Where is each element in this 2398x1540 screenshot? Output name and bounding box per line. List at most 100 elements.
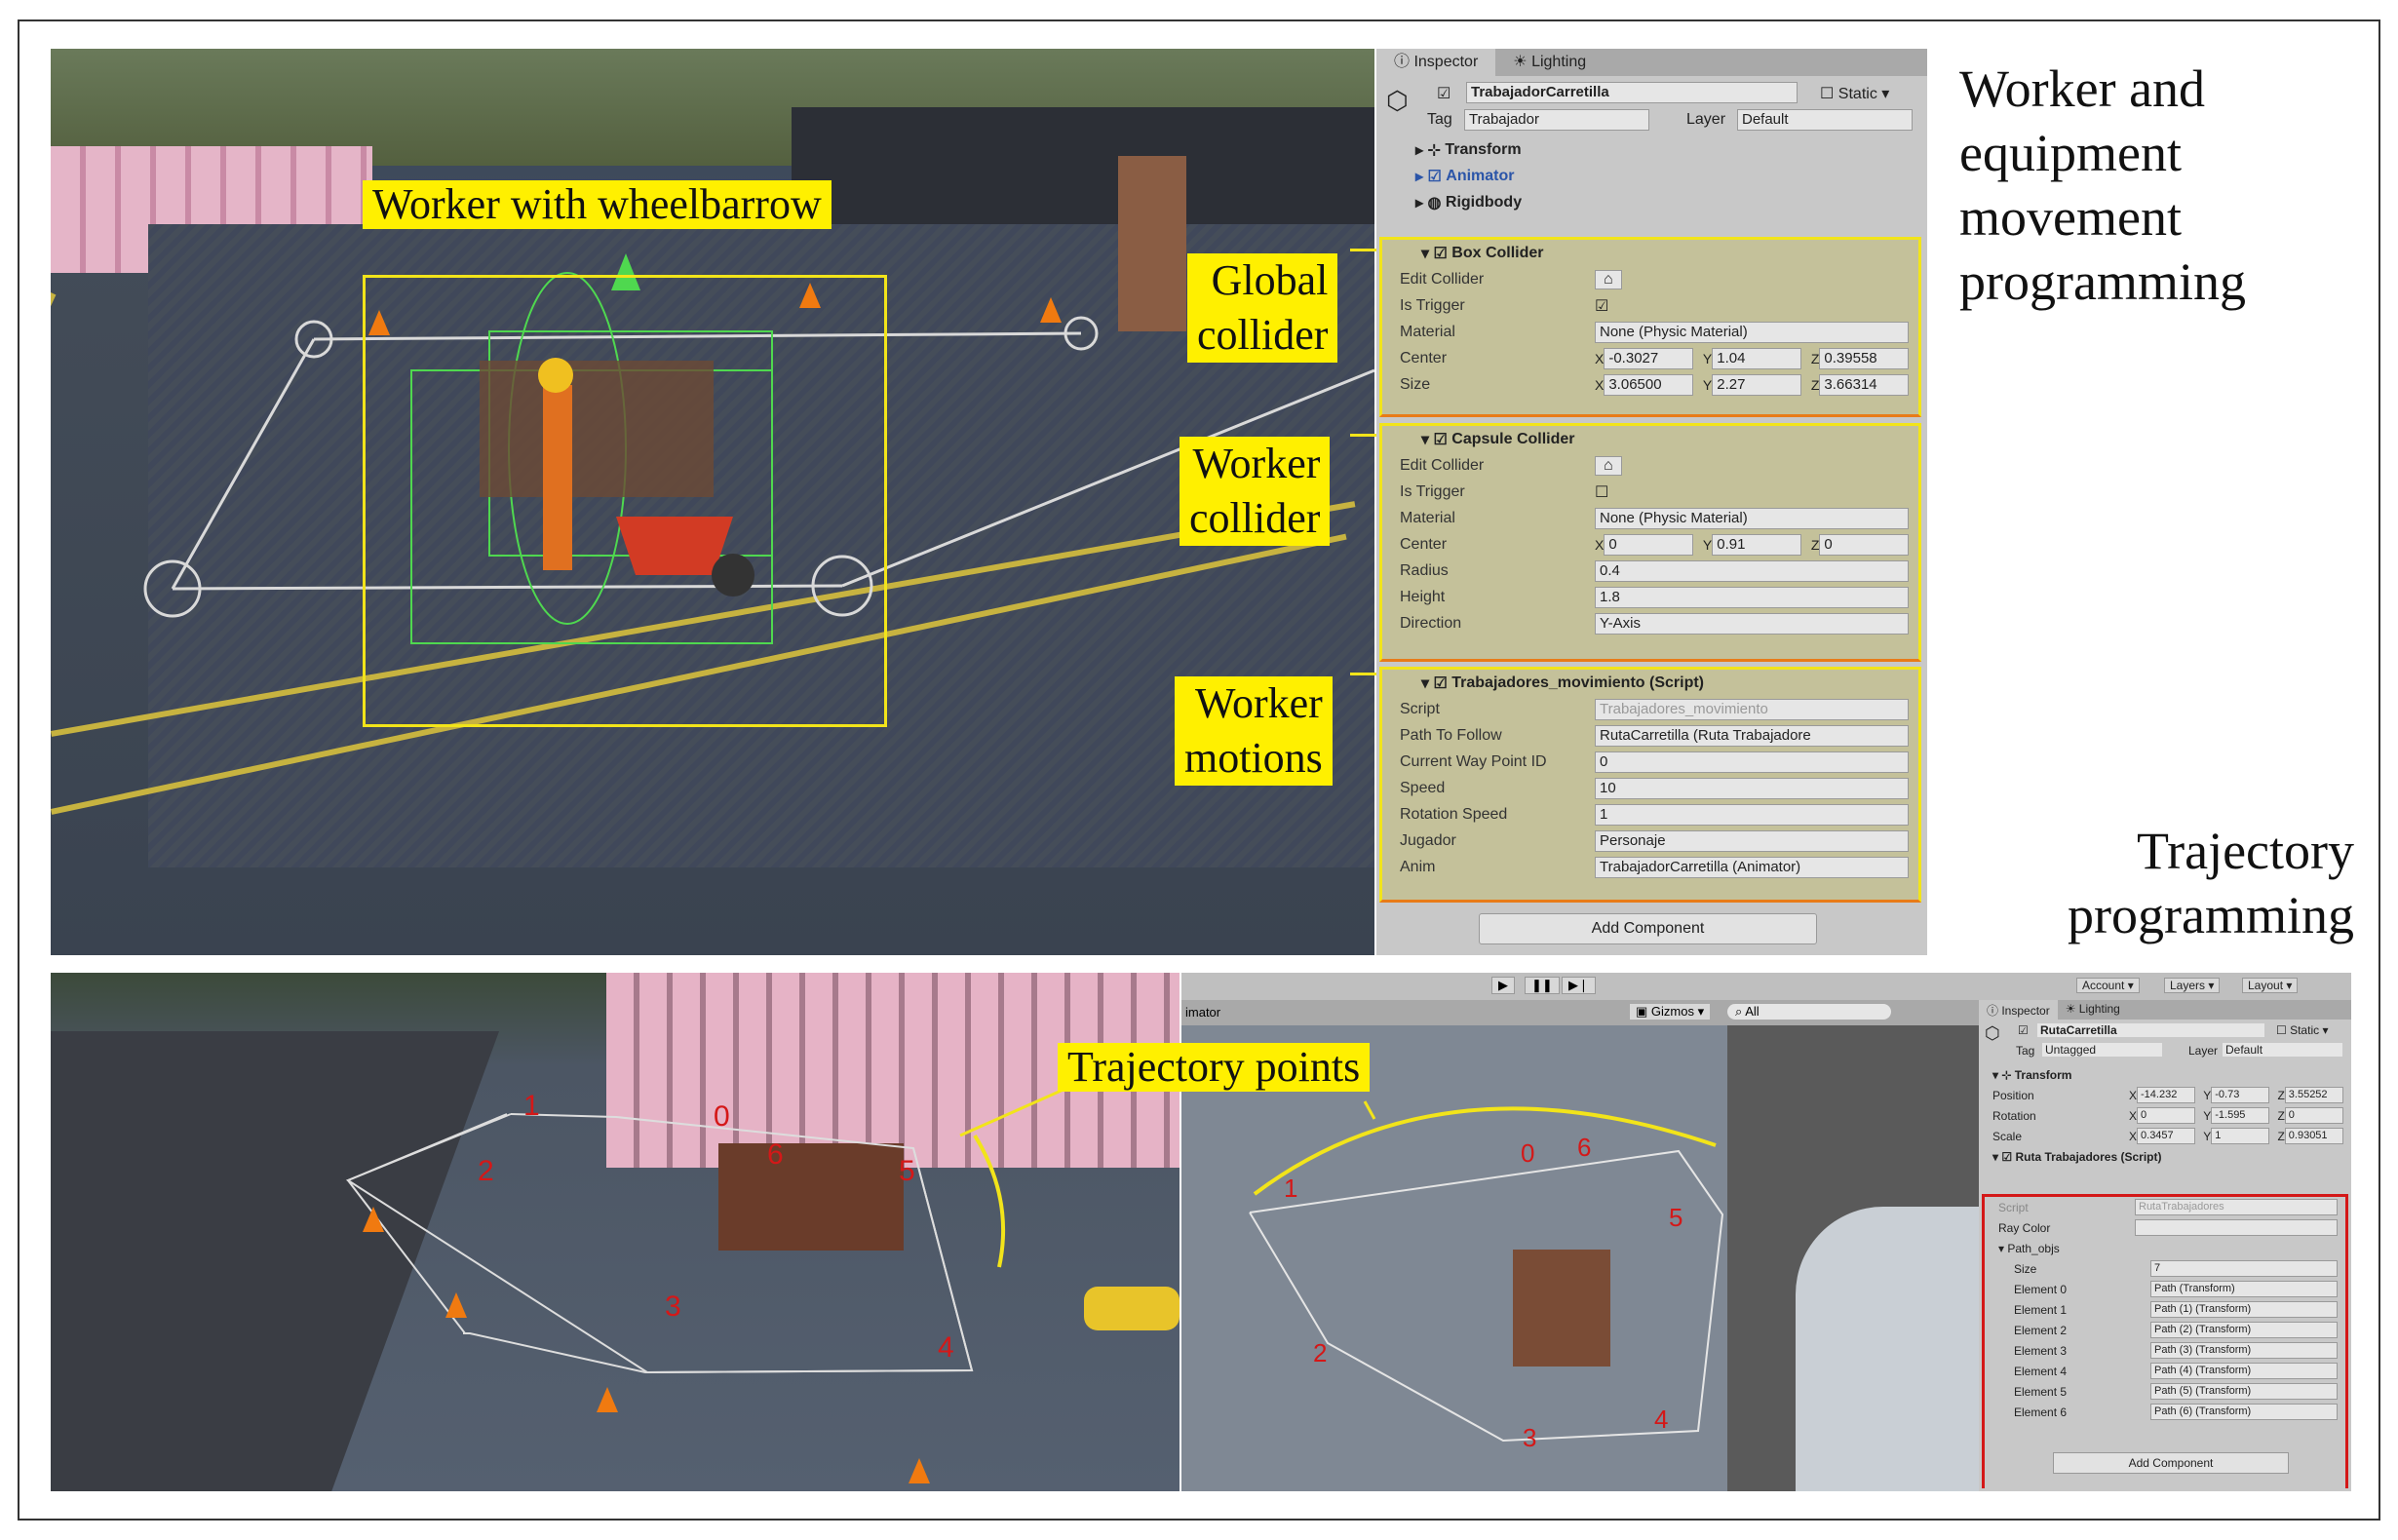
route-script-header[interactable]: ▾ ☑ Ruta Trabajadores (Script) [1979, 1146, 2351, 1167]
layer-dropdown[interactable]: Default [1737, 109, 1913, 131]
radius-row: Radius 0.4 [1382, 558, 1918, 584]
radius-field[interactable]: 0.4 [1595, 559, 1909, 582]
tab-lighting[interactable]: ☀ Lighting [2058, 1000, 2128, 1020]
static-toggle[interactable]: ☐ Static ▾ [2276, 1023, 2328, 1037]
is-trigger-checkbox[interactable]: ☑ [1595, 296, 1608, 316]
tab-inspector[interactable]: ⓘ Inspector [1979, 1000, 2058, 1020]
script-header[interactable]: ▾ ☑ Trabajadores_movimiento (Script) [1382, 670, 1918, 696]
center-x[interactable]: 0 [1604, 533, 1693, 556]
active-checkbox[interactable]: ☑ [2018, 1023, 2029, 1037]
component-animator[interactable]: ▸ ☑ Animator [1376, 163, 1927, 189]
path-row: Path To Follow RutaCarretilla (Ruta Traba… [1382, 722, 1918, 749]
box-collider-header[interactable]: ▾ ☑ Box Collider [1382, 240, 1918, 266]
scale-row: Scale X 0.3457 Y 1 Z 0.93051 [1979, 1126, 2351, 1146]
direction-dropdown[interactable]: Y-Axis [1595, 612, 1909, 635]
element-field[interactable]: Path (Transform) [2150, 1281, 2338, 1297]
tab-lighting[interactable]: ☀ Lighting [1495, 49, 1604, 76]
rotation-x[interactable]: 0 [2137, 1107, 2196, 1124]
size-y[interactable]: 2.27 [1712, 373, 1801, 396]
edit-collider-row: Edit Collider ⌂ [1382, 452, 1918, 479]
element-field[interactable]: Path (2) (Transform) [2150, 1322, 2338, 1338]
size-z[interactable]: 3.66314 [1819, 373, 1909, 396]
waypoint-field[interactable]: 0 [1595, 751, 1909, 773]
center-y[interactable]: 0.91 [1712, 533, 1801, 556]
element-row: Element 0 Path (Transform) [1985, 1279, 2345, 1299]
layer-label: Layer [1686, 111, 1726, 128]
scene-view-trajectory-perspective[interactable]: 1 2 0 6 5 3 4 [51, 973, 1180, 1491]
title-line: programming [2068, 886, 2354, 944]
element-field[interactable]: Path (1) (Transform) [2150, 1301, 2338, 1318]
material-row: Material None (Physic Material) [1382, 505, 1918, 531]
position-row: Position X -14.232 Y -0.73 Z 3.55252 [1979, 1085, 2351, 1105]
element-row: Element 5 Path (5) (Transform) [1985, 1381, 2345, 1402]
speed-field[interactable]: 10 [1595, 777, 1909, 799]
material-row: Material None (Physic Material) [1382, 319, 1918, 345]
center-row: Center X0 Y 0.91 Z0 [1382, 531, 1918, 558]
jugador-field[interactable]: Personaje [1595, 829, 1909, 852]
center-y[interactable]: 1.04 [1712, 347, 1801, 369]
capsule-collider-header[interactable]: ▾ ☑ Capsule Collider [1382, 426, 1918, 452]
element-field[interactable]: Path (3) (Transform) [2150, 1342, 2338, 1359]
transform-header[interactable]: ▾ ⊹ Transform [1979, 1064, 2351, 1085]
tag-dropdown[interactable]: Untagged [2042, 1043, 2162, 1057]
center-row: Center X -0.3027 Y 1.04 Z 0.39558 [1382, 345, 1918, 371]
layers-dropdown[interactable]: Layers ▾ [2164, 978, 2221, 993]
edit-collider-button[interactable]: ⌂ [1595, 269, 1622, 289]
rotation-y[interactable]: -1.595 [2211, 1107, 2270, 1124]
scale-y[interactable]: 1 [2211, 1128, 2270, 1144]
trajectory-point-6: 6 [1577, 1133, 1592, 1162]
element-field[interactable]: Path (4) (Transform) [2150, 1363, 2338, 1379]
object-name-field[interactable]: RutaCarretilla [2037, 1023, 2264, 1037]
rotation-speed-field[interactable]: 1 [1595, 803, 1909, 826]
anim-row: Anim TrabajadorCarretilla (Animator) [1382, 854, 1918, 880]
material-field[interactable]: None (Physic Material) [1595, 507, 1909, 529]
center-x[interactable]: -0.3027 [1604, 347, 1693, 369]
path-to-follow-field[interactable]: RutaCarretilla (Ruta Trabajadore [1595, 724, 1909, 747]
element-field[interactable]: Path (5) (Transform) [2150, 1383, 2338, 1400]
is-trigger-row: Is Trigger ☑ [1400, 296, 1609, 316]
label-worker-motions: Worker motions [1175, 676, 1333, 786]
component-rigidbody[interactable]: ▸ ◍ Rigidbody [1376, 189, 1927, 215]
tag-dropdown[interactable]: Trabajador [1464, 109, 1649, 131]
position-x[interactable]: -14.232 [2137, 1087, 2196, 1103]
size-x[interactable]: 3.06500 [1604, 373, 1693, 396]
direction-row: Direction Y-Axis [1382, 610, 1918, 636]
label-line: collider [1189, 494, 1321, 542]
cube-icon: ⬡ [1985, 1023, 2000, 1043]
element-field[interactable]: Path (6) (Transform) [2150, 1404, 2338, 1420]
inspector-panel[interactable]: ⓘ Inspector ☀ Lighting ⬡ ☑ TrabajadorCar… [1376, 49, 1927, 955]
layer-dropdown[interactable]: Default [2223, 1043, 2342, 1057]
height-field[interactable]: 1.8 [1595, 586, 1909, 608]
ray-color-row: Ray Color [1985, 1217, 2345, 1238]
scale-x[interactable]: 0.3457 [2137, 1128, 2196, 1144]
static-toggle[interactable]: ☐ Static ▾ [1820, 84, 1889, 103]
size-field[interactable]: 7 [2150, 1260, 2338, 1277]
component-transform[interactable]: ▸ ⊹ Transform [1376, 136, 1927, 163]
trajectory-point-1: 1 [523, 1090, 540, 1122]
rotation-z[interactable]: 0 [2284, 1107, 2343, 1124]
inspector-panel-route[interactable]: Account ▾ Layers ▾ Layout ▾ ⓘ Inspector … [1979, 973, 2351, 1491]
material-field[interactable]: None (Physic Material) [1595, 321, 1909, 343]
scale-z[interactable]: 0.93051 [2284, 1128, 2343, 1144]
anim-field[interactable]: TrabajadorCarretilla (Animator) [1595, 856, 1909, 878]
position-z[interactable]: 3.55252 [2284, 1087, 2343, 1103]
element-row: Element 2 Path (2) (Transform) [1985, 1320, 2345, 1340]
element-row: Element 6 Path (6) (Transform) [1985, 1402, 2345, 1422]
add-component-button[interactable]: Add Component [1479, 913, 1817, 944]
center-z[interactable]: 0 [1819, 533, 1909, 556]
edit-collider-button[interactable]: ⌂ [1595, 455, 1622, 476]
position-y[interactable]: -0.73 [2211, 1087, 2270, 1103]
tab-inspector[interactable]: ⓘ Inspector [1376, 49, 1496, 76]
box-collider-group: ▾ ☑ Box Collider Edit Collider ⌂ Is Trigg… [1379, 237, 1921, 417]
account-dropdown[interactable]: Account ▾ [2076, 978, 2140, 993]
trajectory-point-2: 2 [1313, 1338, 1328, 1367]
object-name-field[interactable]: TrabajadorCarretilla [1466, 82, 1798, 103]
trajectory-point-1: 1 [1284, 1174, 1298, 1203]
is-trigger-checkbox[interactable]: ☐ [1595, 482, 1608, 502]
active-checkbox[interactable]: ☑ [1437, 84, 1450, 103]
layout-dropdown[interactable]: Layout ▾ [2242, 978, 2299, 993]
ray-color-swatch[interactable] [2135, 1219, 2338, 1236]
path-objs-row[interactable]: ▾ Path_objs [1985, 1238, 2345, 1258]
center-z[interactable]: 0.39558 [1819, 347, 1909, 369]
add-component-button[interactable]: Add Component [2053, 1452, 2289, 1474]
